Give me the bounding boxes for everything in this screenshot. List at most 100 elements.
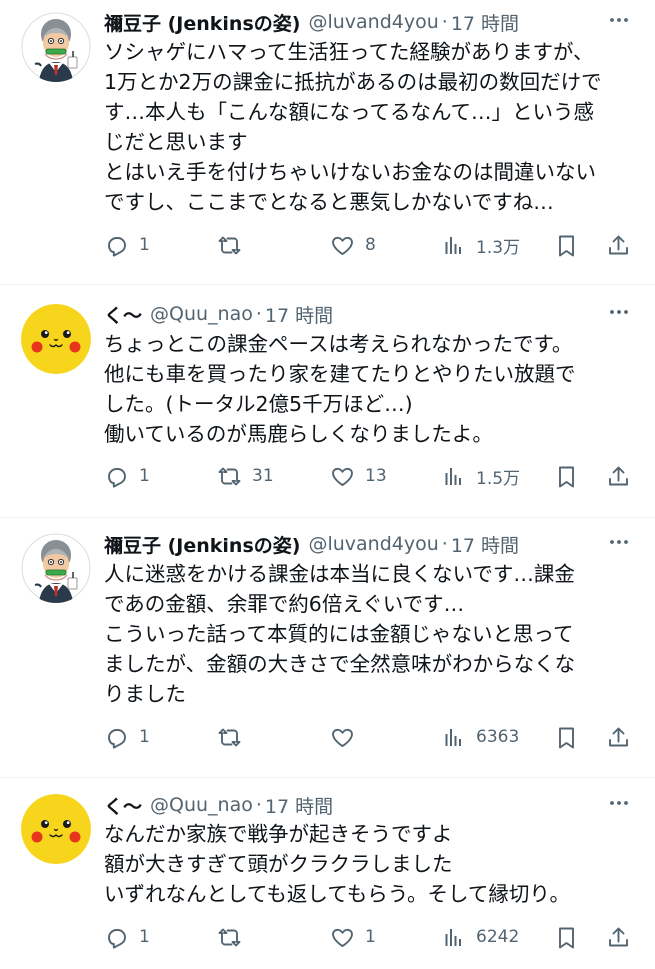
views-count: 1.3万 [476, 237, 521, 258]
tweet-text-line: 他にも車を買ったり家を建てたりとやりたい放題で [104, 362, 576, 386]
action-bar: 1 1 6242 [104, 920, 640, 954]
reply-icon [108, 928, 126, 949]
user-handle[interactable]: @Quu_nao [150, 794, 253, 816]
avatar[interactable] [21, 794, 91, 864]
timestamp[interactable]: 17 時間 [451, 9, 519, 36]
tweet-divider [0, 517, 655, 518]
more-options-button[interactable] [605, 8, 633, 36]
views-icon [445, 236, 461, 254]
reply-button[interactable]: 1 [104, 920, 150, 954]
share-button[interactable] [606, 228, 631, 262]
user-handle[interactable]: @Quu_nao [150, 303, 253, 325]
replies-count: 1 [139, 466, 150, 486]
reply-button[interactable]: 1 [104, 459, 150, 493]
display-name[interactable]: く〜 [104, 301, 142, 328]
tweet-text-line: ちょっとこの課金ペースは考えられなかったです。 [104, 332, 573, 356]
tweet-text-line: じだと思います [104, 130, 248, 154]
avatar[interactable] [21, 533, 91, 603]
views-button[interactable]: 1.5万 [441, 459, 520, 493]
share-button[interactable] [606, 459, 631, 493]
heart-icon [332, 728, 353, 747]
retweet-button[interactable]: 31 [217, 459, 274, 493]
tweet-text: ちょっとこの課金ペースは考えられなかったです。 他にも車を買ったり家を建てたりとや… [104, 329, 643, 449]
tweet-text: ソシャゲにハマって生活狂ってた経験がありますが、 1万とか2万の課金に抵抗があるの… [104, 37, 643, 217]
retweet-button[interactable] [217, 228, 242, 262]
tweet-header: く〜 @Quu_nao · 17 時間 [104, 789, 605, 821]
reply-icon [108, 236, 126, 257]
share-icon [609, 927, 628, 946]
tweet-text-line: いずれなんとしても返してもらう。そして縁切り。 [104, 882, 570, 906]
bookmark-button[interactable] [554, 459, 579, 493]
separator-dot: · [255, 794, 262, 816]
heart-icon [332, 467, 353, 486]
avatar[interactable] [21, 304, 91, 374]
tweet-text: 人に迷惑をかける課金は本当に良くないです…課金 であの金額、余罪で約6倍えぐいです… [104, 559, 643, 709]
retweet-icon [218, 928, 241, 946]
tweet-text-line: りました [104, 682, 186, 706]
timestamp[interactable]: 17 時間 [265, 301, 333, 328]
likes-count: 1 [365, 927, 376, 947]
tweet-feed: 禰豆子 (Jenkinsの姿) @luvand4you · 17 時間 ソシャゲにハマっ… [0, 0, 655, 969]
views-icon [445, 467, 461, 485]
bookmark-button[interactable] [554, 720, 579, 754]
share-icon [609, 727, 628, 746]
retweet-button[interactable] [217, 720, 242, 754]
more-options-button[interactable] [605, 791, 633, 819]
tweet-text-line: 額が大きすぎて頭がクラクラしました [104, 852, 453, 876]
display-name[interactable]: く〜 [104, 792, 142, 819]
timestamp[interactable]: 17 時間 [451, 531, 519, 558]
likes-count: 8 [365, 235, 376, 255]
tweet-text-line: 働いているのが馬鹿らしくなりましたよ。 [104, 422, 493, 446]
retweet-icon [218, 236, 241, 254]
bookmark-button[interactable] [554, 920, 579, 954]
views-icon [445, 728, 461, 746]
tweet-header: 禰豆子 (Jenkinsの姿) @luvand4you · 17 時間 [104, 528, 605, 560]
display-name[interactable]: 禰豆子 (Jenkinsの姿) [104, 9, 300, 36]
like-button[interactable]: 1 [330, 920, 376, 954]
tweet-text-line: した。(トータル2億5千万ほど…) [104, 392, 413, 416]
retweet-icon [218, 728, 241, 746]
display-name[interactable]: 禰豆子 (Jenkinsの姿) [104, 531, 300, 558]
separator-dot: · [255, 303, 262, 325]
bookmark-icon [559, 466, 574, 487]
like-button[interactable]: 13 [330, 459, 387, 493]
more-options-button[interactable] [605, 300, 633, 328]
tweet-text-line: なんだか家族で戦争が起きそうですよ [104, 822, 453, 846]
separator-dot: · [441, 11, 448, 33]
views-button[interactable]: 6242 [441, 920, 519, 954]
retweet-button[interactable] [217, 920, 242, 954]
views-button[interactable]: 1.3万 [441, 228, 520, 262]
action-bar: 1 6363 [104, 720, 640, 754]
retweet-icon [218, 467, 241, 485]
more-options-button[interactable] [605, 530, 633, 558]
like-button[interactable] [330, 720, 355, 754]
tweet-text-line: とはいえ手を付けちゃいけないお金なのは間違いない [104, 160, 596, 184]
tweet-divider [0, 284, 655, 285]
share-button[interactable] [606, 720, 631, 754]
more-icon [607, 8, 631, 36]
avatar[interactable] [21, 12, 91, 82]
reply-button[interactable]: 1 [104, 720, 150, 754]
like-button[interactable]: 8 [330, 228, 376, 262]
tweet-text-line: す…本人も「こんな額になってるなんて…」という感 [104, 100, 594, 124]
tweet-text: なんだか家族で戦争が起きそうですよ 額が大きすぎて頭がクラクラしましたいずれなんと… [104, 819, 643, 909]
more-icon [607, 530, 631, 558]
tweet-text-line: こういった話って本質的には金額じゃないと思って [104, 622, 574, 646]
tweet-text-line: ですし、ここまでとなると悪気しかないですね… [104, 190, 554, 214]
timestamp[interactable]: 17 時間 [265, 792, 333, 819]
tweet-header: 禰豆子 (Jenkinsの姿) @luvand4you · 17 時間 [104, 6, 605, 38]
share-button[interactable] [606, 920, 631, 954]
reply-button[interactable]: 1 [104, 228, 150, 262]
heart-icon [332, 236, 353, 255]
bookmark-button[interactable] [554, 228, 579, 262]
tweet-text-line: であの金額、余罪で約6倍えぐいです… [104, 592, 465, 616]
user-handle[interactable]: @luvand4you [308, 11, 438, 33]
views-icon [445, 928, 461, 946]
action-bar: 1 8 1.3万 [104, 228, 640, 262]
user-handle[interactable]: @luvand4you [308, 533, 438, 555]
tweet-text-line: ソシャゲにハマって生活狂ってた経験がありますが、 [104, 40, 594, 64]
share-icon [609, 466, 628, 485]
reply-icon [108, 467, 126, 488]
views-button[interactable]: 6363 [441, 720, 519, 754]
share-icon [609, 235, 628, 254]
